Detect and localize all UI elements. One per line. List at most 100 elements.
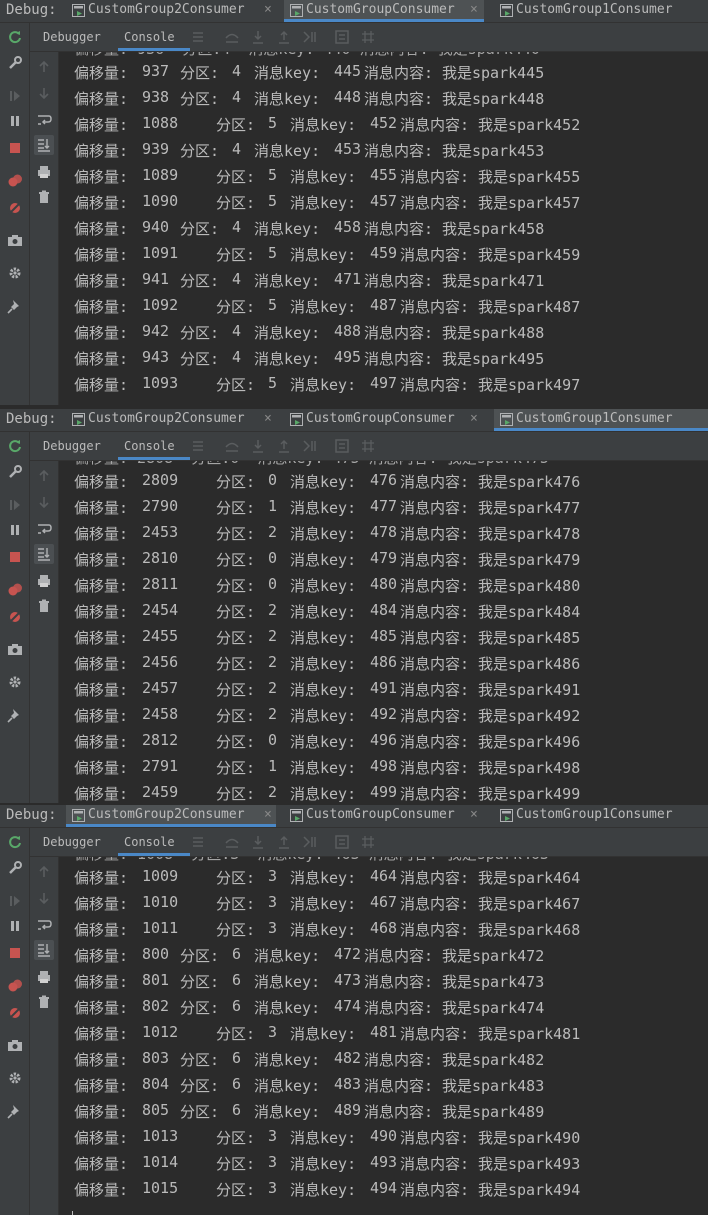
close-icon[interactable]: × — [470, 411, 478, 426]
up-arrow-icon[interactable] — [36, 864, 52, 880]
breakpoints-icon[interactable] — [7, 582, 23, 598]
menu-icon[interactable] — [190, 29, 206, 45]
tab-customgroup1consumer[interactable]: CustomGroup1Consumer× — [494, 409, 708, 431]
stop-icon[interactable] — [7, 945, 23, 961]
run-to-cursor-icon[interactable] — [302, 834, 318, 850]
up-arrow-icon[interactable] — [36, 468, 52, 484]
up-arrow-icon[interactable] — [36, 59, 52, 75]
trace-icon[interactable] — [360, 29, 376, 45]
key-value: 474 — [334, 997, 362, 1015]
step-into-icon[interactable] — [250, 834, 266, 850]
step-over-icon[interactable] — [224, 438, 240, 454]
run-to-cursor-icon[interactable] — [302, 29, 318, 45]
breakpoints-icon[interactable] — [7, 978, 23, 994]
trash-icon[interactable] — [36, 994, 52, 1010]
stop-icon[interactable] — [7, 140, 23, 156]
resume-icon[interactable] — [7, 497, 23, 513]
key-value: 499 — [370, 783, 398, 801]
pause-icon[interactable] — [7, 522, 23, 538]
tab-console[interactable]: Console — [118, 828, 190, 856]
trash-icon[interactable] — [36, 189, 52, 205]
tab-debugger[interactable]: Debugger — [43, 30, 101, 44]
soft-wrap-icon[interactable] — [36, 112, 52, 128]
breakpoints-icon[interactable] — [7, 173, 23, 189]
content-value: 我是spark486 — [478, 655, 581, 673]
down-arrow-icon[interactable] — [36, 890, 52, 906]
content-value: 我是spark493 — [478, 1155, 581, 1173]
tab-console[interactable]: Console — [118, 432, 190, 460]
tab-customgroup1consumer[interactable]: CustomGroup1Consumer× — [494, 0, 708, 22]
step-into-icon[interactable] — [250, 438, 266, 454]
mute-breakpoints-icon[interactable] — [7, 1005, 23, 1021]
down-arrow-icon[interactable] — [36, 85, 52, 101]
tab-customgroup2consumer[interactable]: CustomGroup2Consumer × — [66, 0, 276, 22]
close-icon[interactable]: × — [264, 807, 272, 822]
pin-icon[interactable] — [7, 707, 23, 723]
tab-customgroup2consumer[interactable]: CustomGroup2Consumer × — [66, 805, 276, 827]
partition-label: 分区: — [180, 1051, 220, 1069]
trace-icon[interactable] — [360, 834, 376, 850]
tab-debugger[interactable]: Debugger — [43, 835, 101, 849]
resume-icon[interactable] — [7, 88, 23, 104]
scroll-end-icon[interactable] — [34, 544, 54, 564]
tab-customgroupconsumer[interactable]: CustomGroupConsumer × — [284, 805, 484, 827]
close-icon[interactable]: × — [264, 411, 272, 426]
print-icon[interactable] — [36, 164, 52, 180]
pin-icon[interactable] — [7, 298, 23, 314]
rerun-icon[interactable] — [7, 834, 23, 850]
rerun-icon[interactable] — [7, 29, 23, 45]
tab-label: CustomGroup1Consumer — [516, 411, 673, 426]
print-icon[interactable] — [36, 573, 52, 589]
menu-icon[interactable] — [190, 438, 206, 454]
tab-customgroupconsumer[interactable]: CustomGroupConsumer × — [284, 409, 484, 431]
tab-console[interactable]: Console — [118, 23, 190, 51]
wrench-icon[interactable] — [7, 464, 23, 480]
offset-value: 941 — [142, 270, 170, 288]
offset-label: 偏移量: — [74, 681, 129, 699]
step-out-icon[interactable] — [276, 834, 292, 850]
tab-customgroupconsumer[interactable]: CustomGroupConsumer × — [284, 0, 484, 22]
trash-icon[interactable] — [36, 598, 52, 614]
evaluate-icon[interactable] — [334, 834, 350, 850]
tab-debugger[interactable]: Debugger — [43, 439, 101, 453]
trace-icon[interactable] — [360, 438, 376, 454]
evaluate-icon[interactable] — [334, 29, 350, 45]
wrench-icon[interactable] — [7, 860, 23, 876]
tab-customgroup1consumer[interactable]: CustomGroup1Consumer× — [494, 805, 708, 827]
step-out-icon[interactable] — [276, 29, 292, 45]
run-config-icon — [290, 809, 303, 822]
camera-icon[interactable] — [7, 641, 23, 657]
camera-icon[interactable] — [7, 232, 23, 248]
mute-breakpoints-icon[interactable] — [7, 609, 23, 625]
mute-breakpoints-icon[interactable] — [7, 200, 23, 216]
tab-customgroup2consumer[interactable]: CustomGroup2Consumer × — [66, 409, 276, 431]
step-over-icon[interactable] — [224, 29, 240, 45]
gear-icon[interactable] — [7, 1070, 23, 1086]
camera-icon[interactable] — [7, 1037, 23, 1053]
close-icon[interactable]: × — [264, 2, 272, 17]
gear-icon[interactable] — [7, 674, 23, 690]
close-icon[interactable]: × — [470, 2, 478, 17]
step-into-icon[interactable] — [250, 29, 266, 45]
scroll-end-icon[interactable] — [34, 135, 54, 155]
step-over-icon[interactable] — [224, 834, 240, 850]
pause-icon[interactable] — [7, 113, 23, 129]
rerun-icon[interactable] — [7, 438, 23, 454]
close-icon[interactable]: × — [470, 807, 478, 822]
pause-icon[interactable] — [7, 918, 23, 934]
down-arrow-icon[interactable] — [36, 494, 52, 510]
gear-icon[interactable] — [7, 265, 23, 281]
pin-icon[interactable] — [7, 1103, 23, 1119]
run-to-cursor-icon[interactable] — [302, 438, 318, 454]
wrench-icon[interactable] — [7, 55, 23, 71]
step-out-icon[interactable] — [276, 438, 292, 454]
resume-icon[interactable] — [7, 893, 23, 909]
scroll-end-icon[interactable] — [34, 940, 54, 960]
soft-wrap-icon[interactable] — [36, 521, 52, 537]
offset-value: 2790 — [142, 497, 179, 515]
soft-wrap-icon[interactable] — [36, 917, 52, 933]
print-icon[interactable] — [36, 969, 52, 985]
evaluate-icon[interactable] — [334, 438, 350, 454]
menu-icon[interactable] — [190, 834, 206, 850]
stop-icon[interactable] — [7, 549, 23, 565]
